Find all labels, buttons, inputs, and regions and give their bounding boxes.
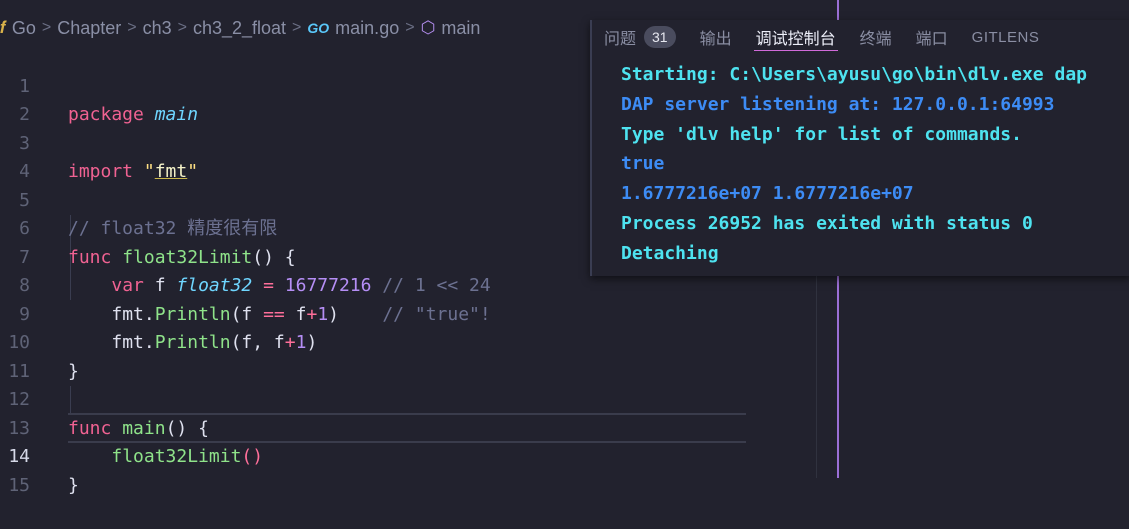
tab-terminal[interactable]: 终端	[860, 20, 892, 54]
code-line-active[interactable]: 14 }	[0, 415, 760, 496]
symbol-cube-icon: ⬡	[420, 18, 436, 37]
minimap-divider	[816, 270, 817, 478]
code-line[interactable]: 11	[0, 329, 760, 382]
console-line: true	[621, 153, 665, 175]
chevron-right-icon: >	[41, 19, 52, 36]
chevron-right-icon: >	[127, 19, 137, 36]
tab-label: 问题	[604, 31, 637, 48]
code-line[interactable]: 13 float32Limit()	[0, 386, 760, 467]
breadcrumb-symbol[interactable]: main	[441, 18, 480, 39]
console-line: Process 26952 has exited with status 0	[621, 212, 1033, 234]
breadcrumb-item-ch3-2-float[interactable]: ch3_2_float	[193, 18, 286, 39]
chevron-right-icon: >	[405, 19, 415, 36]
code-line[interactable]: 15	[0, 443, 760, 496]
console-line: DAP server listening at: 127.0.0.1:64993	[621, 93, 1055, 115]
line-number: 15	[8, 474, 30, 496]
tab-ports[interactable]: 端口	[916, 20, 948, 54]
breadcrumb-item-chapter[interactable]: Chapter	[57, 18, 121, 39]
chevron-right-icon: >	[292, 19, 302, 36]
debug-console-panel[interactable]: 问题 31 输出 调试控制台 终端 端口 GITLENS Starting: C…	[590, 20, 1129, 276]
console-output[interactable]: Starting: C:\Users\ayusu\go\bin\dlv.exe …	[621, 60, 1087, 269]
problems-count-badge: 31	[644, 26, 676, 48]
go-file-icon: GO	[307, 20, 330, 36]
breadcrumb: 𝒇 Go > Chapter > ch3 > ch3_2_float > GO …	[0, 15, 480, 41]
tab-label: 终端	[859, 31, 892, 48]
tab-label: 输出	[699, 31, 732, 48]
chevron-right-icon: >	[177, 19, 187, 36]
tab-label: 调试控制台	[755, 31, 836, 48]
code-line[interactable]: 9 fmt.Println(f, f+1)	[0, 272, 760, 354]
pencil-icon: 𝒇	[0, 18, 6, 37]
breadcrumb-item-go[interactable]: Go	[12, 18, 36, 39]
tab-label: 端口	[915, 31, 948, 48]
console-line: 1.6777216e+07 1.6777216e+07	[621, 183, 914, 205]
tab-output[interactable]: 输出	[700, 20, 732, 54]
console-line: Type 'dlv help' for list of commands.	[621, 123, 1022, 145]
code-line[interactable]: 12 func main() {	[0, 358, 760, 439]
code-line[interactable]: 10 }	[0, 301, 760, 382]
tab-label: GITLENS	[971, 28, 1040, 46]
breadcrumb-item-ch3[interactable]: ch3	[143, 18, 172, 39]
console-line: Starting: C:\Users\ayusu\go\bin\dlv.exe …	[621, 64, 1087, 85]
tab-problems[interactable]: 问题 31	[604, 20, 676, 54]
console-line: Detaching	[621, 242, 719, 264]
breadcrumb-file[interactable]: main.go	[335, 18, 399, 39]
tab-debug-console[interactable]: 调试控制台	[753, 20, 838, 54]
panel-tab-bar: 问题 31 输出 调试控制台 终端 端口 GITLENS	[604, 20, 1063, 54]
tab-gitlens[interactable]: GITLENS	[972, 20, 1040, 54]
